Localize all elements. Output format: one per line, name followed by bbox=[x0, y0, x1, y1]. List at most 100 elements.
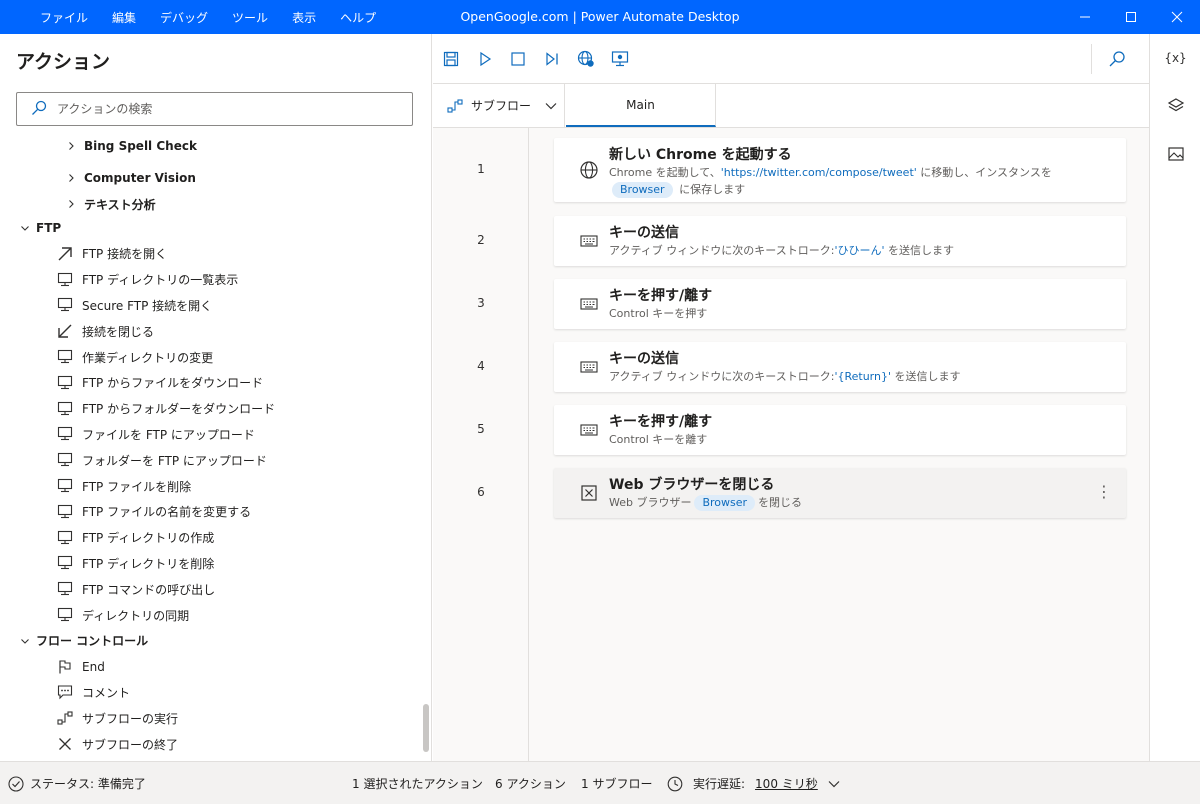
action-item[interactable]: FTP ディレクトリを削除 bbox=[55, 551, 214, 575]
run-button[interactable] bbox=[473, 47, 497, 71]
status-indicator: ステータス: 準備完了 bbox=[8, 762, 146, 804]
action-item[interactable]: FTP ファイルの名前を変更する bbox=[55, 500, 251, 524]
action-search-box[interactable] bbox=[16, 92, 413, 126]
menu-view[interactable]: 表示 bbox=[292, 9, 316, 26]
desc-text: Web ブラウザー bbox=[609, 496, 692, 509]
action-item-label: FTP ディレクトリを削除 bbox=[82, 556, 215, 571]
monitor-icon bbox=[55, 424, 75, 444]
action-item[interactable]: サブフローの実行 bbox=[55, 706, 178, 730]
delay-value[interactable]: 100 ミリ秒 bbox=[755, 775, 818, 792]
menu-bar: ファイル 編集 デバッグ ツール 表示 ヘルプ bbox=[28, 0, 388, 34]
line-number: 2 bbox=[477, 233, 485, 247]
action-category[interactable]: FTP bbox=[18, 216, 61, 240]
monitor-icon bbox=[55, 528, 75, 548]
save-button[interactable] bbox=[439, 47, 463, 71]
flow-action[interactable]: Web ブラウザーを閉じる Web ブラウザー Browser を閉じる ⋮ bbox=[554, 468, 1126, 518]
action-group[interactable]: Bing Spell Check bbox=[64, 140, 197, 158]
comment-icon bbox=[55, 682, 75, 702]
action-item[interactable]: FTP 接続を開く bbox=[55, 242, 167, 266]
check-circle-icon bbox=[8, 775, 24, 792]
images-button[interactable] bbox=[1150, 134, 1200, 174]
tab-main[interactable]: Main bbox=[566, 84, 716, 127]
more-options-icon[interactable]: ⋮ bbox=[1096, 482, 1112, 501]
action-item[interactable]: ディレクトリの同期 bbox=[55, 603, 189, 627]
run-delay: 実行遅延: 100 ミリ秒 bbox=[667, 762, 840, 804]
flow-action[interactable]: 新しい Chrome を起動する Chrome を起動して、'https://tw… bbox=[554, 138, 1126, 202]
action-item[interactable]: フォルダーを FTP にアップロード bbox=[55, 448, 267, 472]
variable-pill[interactable]: Browser bbox=[612, 182, 673, 198]
desktop-recorder-button[interactable] bbox=[608, 47, 632, 71]
monitor-icon bbox=[55, 553, 75, 573]
action-group-label: Bing Spell Check bbox=[84, 140, 197, 153]
stop-button[interactable] bbox=[506, 47, 530, 71]
close-button[interactable] bbox=[1154, 0, 1200, 34]
flow-action[interactable]: キーを押す/離す Control キーを押す bbox=[554, 279, 1126, 329]
action-item-label: FTP 接続を開く bbox=[82, 247, 168, 262]
action-group-label: テキスト分析 bbox=[84, 197, 156, 212]
action-item[interactable]: FTP からフォルダーをダウンロード bbox=[55, 397, 275, 421]
flow-action[interactable]: キーの送信 アクティブ ウィンドウに次のキーストローク:'{Return}' を送… bbox=[554, 342, 1126, 392]
arrow-up-right-icon bbox=[55, 244, 75, 264]
action-item[interactable]: End bbox=[55, 655, 105, 679]
chevron-right-icon bbox=[64, 199, 78, 209]
find-button[interactable] bbox=[1105, 47, 1129, 71]
chevron-down-icon bbox=[18, 223, 32, 233]
web-recorder-button[interactable] bbox=[574, 47, 598, 71]
flow-action[interactable]: キーの送信 アクティブ ウィンドウに次のキーストローク:'ひひーん' を送信します bbox=[554, 216, 1126, 266]
monitor-icon bbox=[55, 347, 75, 367]
action-description: Web ブラウザー Browser を閉じる bbox=[609, 494, 802, 511]
line-number: 6 bbox=[477, 485, 485, 499]
desc-link: 'ひひーん' bbox=[834, 244, 885, 257]
action-item[interactable]: サブフローの終了 bbox=[55, 732, 178, 756]
minimize-button[interactable] bbox=[1062, 0, 1108, 34]
ui-elements-button[interactable] bbox=[1150, 86, 1200, 126]
menu-debug[interactable]: デバッグ bbox=[160, 9, 208, 26]
title-bar: ファイル 編集 デバッグ ツール 表示 ヘルプ OpenGoogle.com |… bbox=[0, 0, 1200, 34]
subflow-label: サブフロー bbox=[471, 99, 532, 113]
action-item[interactable]: FTP コマンドの呼び出し bbox=[55, 577, 215, 601]
action-category[interactable]: フロー コントロール bbox=[18, 629, 148, 653]
chevron-right-icon bbox=[64, 173, 78, 183]
flow-canvas: 1 新しい Chrome を起動する Chrome を起動して、'https://t… bbox=[433, 128, 1149, 761]
panel-title: アクション bbox=[16, 51, 111, 73]
flow-action[interactable]: キーを押す/離す Control キーを離す bbox=[554, 405, 1126, 455]
chevron-down-icon[interactable] bbox=[828, 778, 840, 790]
variables-button[interactable]: {x} bbox=[1150, 38, 1200, 78]
action-item[interactable]: FTP からファイルをダウンロード bbox=[55, 371, 263, 395]
action-item[interactable]: 接続を閉じる bbox=[55, 319, 154, 343]
action-group[interactable]: テキスト分析 bbox=[64, 192, 156, 216]
action-title: キーを押す/離す bbox=[609, 414, 713, 430]
chevron-right-icon bbox=[64, 141, 78, 151]
action-item[interactable]: FTP ディレクトリの作成 bbox=[55, 526, 214, 550]
action-group[interactable]: Computer Vision bbox=[64, 166, 196, 190]
step-button[interactable] bbox=[540, 47, 564, 71]
menu-help[interactable]: ヘルプ bbox=[340, 9, 376, 26]
action-item[interactable]: FTP ファイルを削除 bbox=[55, 474, 191, 498]
toolbar-separator bbox=[1091, 44, 1092, 74]
maximize-button[interactable] bbox=[1108, 0, 1154, 34]
action-item-label: FTP ファイルを削除 bbox=[82, 479, 192, 494]
line-number: 3 bbox=[477, 296, 485, 310]
menu-edit[interactable]: 編集 bbox=[112, 9, 136, 26]
action-title: キーの送信 bbox=[609, 225, 679, 241]
action-item[interactable]: 作業ディレクトリの変更 bbox=[55, 345, 213, 369]
desc-link: '{Return}' bbox=[834, 370, 891, 383]
menu-file[interactable]: ファイル bbox=[40, 9, 88, 26]
subflow-dropdown[interactable]: サブフロー bbox=[433, 84, 565, 127]
menu-tools[interactable]: ツール bbox=[232, 9, 268, 26]
monitor-icon bbox=[55, 450, 75, 470]
delay-label: 実行遅延: bbox=[693, 777, 746, 791]
chevron-down-icon bbox=[545, 102, 557, 109]
status-bar: ステータス: 準備完了 1 選択されたアクション 6 アクション 1 サブフロー… bbox=[0, 761, 1200, 804]
action-item[interactable]: ファイルを FTP にアップロード bbox=[55, 422, 255, 446]
action-search-input[interactable] bbox=[57, 102, 387, 116]
desc-link: 'https://twitter.com/compose/tweet' bbox=[720, 166, 917, 179]
action-item[interactable]: コメント bbox=[55, 680, 130, 704]
monitor-icon bbox=[55, 373, 75, 393]
action-item[interactable]: FTP ディレクトリの一覧表示 bbox=[55, 268, 238, 292]
scrollbar-thumb[interactable] bbox=[423, 704, 429, 752]
variable-pill[interactable]: Browser bbox=[694, 495, 756, 511]
monitor-icon bbox=[55, 295, 75, 315]
status-text: ステータス: 準備完了 bbox=[30, 777, 146, 791]
action-item[interactable]: Secure FTP 接続を開く bbox=[55, 293, 212, 317]
